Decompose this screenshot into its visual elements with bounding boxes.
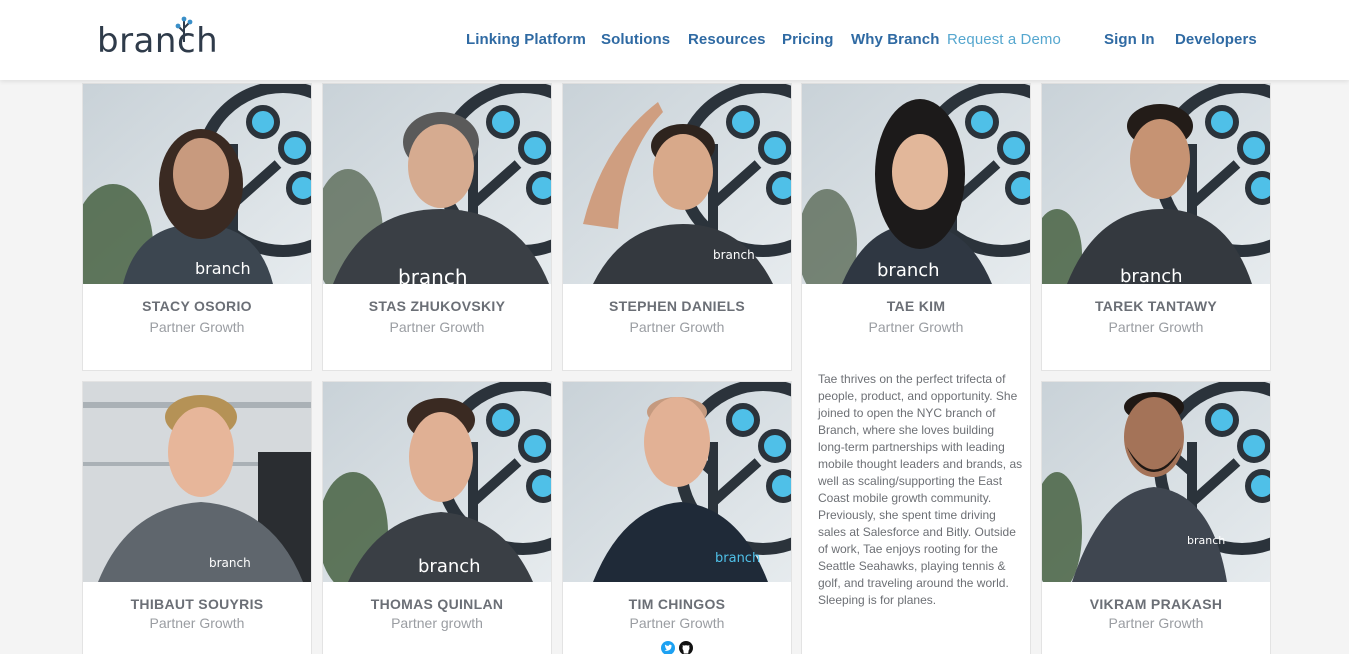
nav-request-demo[interactable]: Request a Demo bbox=[947, 31, 1061, 48]
social-links bbox=[563, 641, 791, 654]
team-card[interactable]: branch TIM CHINGOS Partner Growth bbox=[562, 381, 792, 654]
svg-text:branch: branch bbox=[195, 259, 251, 278]
svg-text:branch: branch bbox=[877, 260, 940, 281]
member-name: TAREK TANTAWY bbox=[1094, 298, 1218, 314]
member-name: TAE KIM bbox=[886, 298, 946, 314]
member-role: Partner growth bbox=[391, 615, 483, 631]
member-name: STEPHEN DANIELS bbox=[609, 298, 745, 314]
member-role: Partner Growth bbox=[149, 319, 245, 335]
team-card[interactable]: branch STAS ZHUKOVSKIY Partner Growth bbox=[322, 83, 552, 371]
nav-resources[interactable]: Resources bbox=[688, 31, 766, 48]
team-card[interactable]: branch TAREK TANTAWY Partner Growth bbox=[1041, 83, 1271, 371]
member-role: Partner Growth bbox=[1108, 615, 1204, 631]
member-name: THIBAUT SOUYRIS bbox=[130, 596, 264, 612]
logo-wordmark: branch bbox=[97, 21, 219, 61]
team-card[interactable]: branch THOMAS QUINLAN Partner growth bbox=[322, 381, 552, 654]
team-photo: branch bbox=[563, 382, 791, 582]
member-role: Partner Growth bbox=[868, 319, 964, 335]
team-card[interactable]: branch TAE KIM Partner Growth Tae thrive… bbox=[801, 83, 1031, 654]
team-card[interactable]: branch STEPHEN DANIELS Partner Growth bbox=[562, 83, 792, 371]
branch-logo[interactable]: branch bbox=[97, 16, 219, 61]
nav-solutions[interactable]: Solutions bbox=[601, 31, 670, 48]
team-photo: branch bbox=[1042, 84, 1270, 284]
nav-why-branch[interactable]: Why Branch bbox=[851, 31, 940, 48]
member-name: VIKRAM PRAKASH bbox=[1089, 596, 1223, 612]
member-role: Partner Growth bbox=[1108, 319, 1204, 335]
team-card[interactable]: branch VIKRAM PRAKASH Partner Growth bbox=[1041, 381, 1271, 654]
github-icon[interactable] bbox=[679, 641, 693, 654]
svg-text:branch: branch bbox=[418, 556, 481, 577]
team-photo: branch bbox=[83, 382, 311, 582]
team-photo: branch bbox=[802, 84, 1030, 284]
team-photo: branch bbox=[563, 84, 791, 284]
nav-pricing[interactable]: Pricing bbox=[782, 31, 834, 48]
svg-text:branch: branch bbox=[209, 556, 251, 570]
team-photo: branch bbox=[323, 382, 551, 582]
nav-linking-platform[interactable]: Linking Platform bbox=[466, 31, 586, 48]
nav-sign-in[interactable]: Sign In bbox=[1104, 31, 1155, 48]
svg-text:branch: branch bbox=[713, 248, 755, 262]
site-header: branch Linking Platform Solutions Resour… bbox=[0, 0, 1349, 80]
svg-text:branch: branch bbox=[715, 551, 760, 566]
twitter-icon[interactable] bbox=[661, 641, 675, 654]
member-name: THOMAS QUINLAN bbox=[370, 596, 504, 612]
member-name: STACY OSORIO bbox=[142, 298, 252, 314]
team-photo: branch bbox=[1042, 382, 1270, 582]
team-card[interactable]: branch STACY OSORIO Partner Growth bbox=[82, 83, 312, 371]
team-card[interactable]: branch THIBAUT SOUYRIS Partner Growth bbox=[82, 381, 312, 654]
svg-text:branch: branch bbox=[1187, 534, 1225, 547]
member-name: TIM CHINGOS bbox=[628, 596, 726, 612]
member-role: Partner Growth bbox=[149, 615, 245, 631]
member-role: Partner Growth bbox=[629, 319, 725, 335]
svg-text:branch: branch bbox=[1120, 266, 1183, 284]
member-bio: Tae thrives on the perfect trifecta of p… bbox=[818, 372, 1023, 607]
team-photo: branch bbox=[323, 84, 551, 284]
member-role: Partner Growth bbox=[629, 615, 725, 631]
svg-text:branch: branch bbox=[398, 265, 468, 284]
logo-sprout-icon bbox=[175, 16, 193, 42]
nav-developers[interactable]: Developers bbox=[1175, 31, 1257, 48]
member-name: STAS ZHUKOVSKIY bbox=[368, 298, 506, 314]
member-role: Partner Growth bbox=[389, 319, 485, 335]
team-photo: branch bbox=[83, 84, 311, 284]
